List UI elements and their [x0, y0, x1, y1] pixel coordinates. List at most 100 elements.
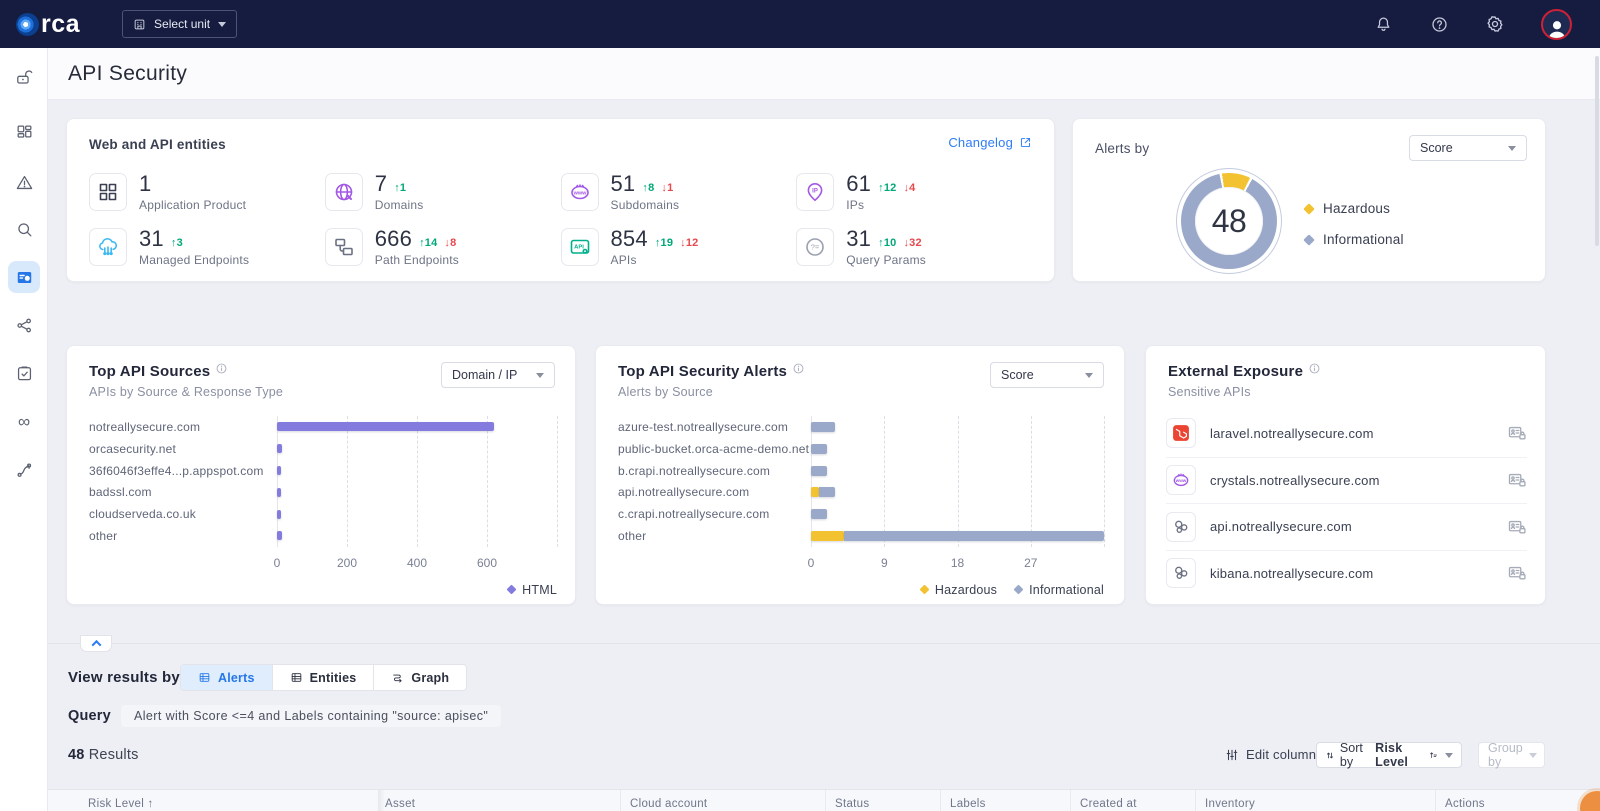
stat-text: 7↑1Domains [375, 171, 424, 212]
column-header-created-at[interactable]: Created at [1080, 798, 1137, 810]
legend-html[interactable]: HTML [508, 583, 557, 597]
sidebar-item-search[interactable] [8, 213, 40, 245]
legend-hazardous[interactable]: Hazardous5 [1305, 201, 1505, 216]
stat-query-params[interactable]: ?=31↑10↓32Query Params [796, 224, 1032, 269]
chevron-up-icon [91, 640, 101, 650]
trend-up: ↑12 [878, 182, 896, 194]
alerts-donut-chart[interactable]: 48 [1181, 173, 1277, 269]
group-by-dropdown[interactable]: Group by [1478, 742, 1545, 768]
table-icon [198, 671, 211, 684]
column-header-asset[interactable]: Asset [385, 798, 415, 810]
bar-html[interactable] [277, 488, 281, 497]
sidebar-item-api-dashboard-active[interactable] [8, 261, 40, 293]
tab-alerts[interactable]: Alerts [181, 665, 272, 690]
bar-html[interactable] [277, 422, 494, 431]
results-count-label: Results [89, 747, 139, 763]
asset-details-icon[interactable] [1507, 563, 1527, 583]
sidebar-item-lock-open[interactable] [8, 61, 40, 93]
api-dashboard-icon [15, 268, 34, 287]
legend-informational[interactable]: Informational [1015, 583, 1104, 597]
sources-dropdown[interactable]: Domain / IP [441, 362, 555, 388]
trend-down: ↓32 [903, 237, 921, 249]
bar-informational[interactable] [811, 444, 827, 454]
bar-hazardous[interactable] [811, 487, 819, 497]
column-divider [620, 790, 621, 811]
stat-subdomains[interactable]: www51↑8↓1Subdomains [561, 169, 797, 214]
stat-domains[interactable]: 7↑1Domains [325, 169, 561, 214]
trend-down: ↓1 [661, 182, 673, 194]
notifications-bell-icon[interactable] [1373, 14, 1393, 34]
edit-columns-label: Edit columns [1246, 747, 1323, 762]
stat-value: 61 [846, 171, 871, 197]
stat-text: 31↑3Managed Endpoints [139, 226, 249, 267]
bar-html[interactable] [277, 510, 281, 519]
plot-area [277, 416, 557, 547]
column-header-risk-level[interactable]: Risk Level ↑ [88, 798, 154, 810]
settings-gear-icon[interactable] [1485, 14, 1505, 34]
help-icon[interactable] [1429, 14, 1449, 34]
column-header-labels[interactable]: Labels [950, 798, 986, 810]
laravel-icon [1166, 418, 1196, 448]
tab-entities[interactable]: Entities [272, 665, 374, 690]
legend-informational[interactable]: Informational43 [1305, 232, 1505, 247]
alerts-by-dropdown[interactable]: Score [1409, 135, 1527, 161]
legend-diamond-icon [919, 585, 929, 595]
legend-hazardous[interactable]: Hazardous [921, 583, 997, 597]
asset-details-icon[interactable] [1507, 423, 1527, 443]
bar-informational[interactable] [819, 487, 835, 497]
alerts-chart-dropdown[interactable]: Score [990, 362, 1104, 388]
bar-informational[interactable] [811, 466, 827, 476]
column-header-cloud-account[interactable]: Cloud account [630, 798, 707, 810]
sidebar-item-alert-triangle[interactable] [8, 166, 40, 198]
sidebar-item-route[interactable] [8, 454, 40, 486]
bar-html[interactable] [277, 466, 281, 475]
info-icon[interactable] [1308, 362, 1321, 375]
orca-logo[interactable]: rca [16, 12, 80, 37]
sidebar-item-network[interactable] [8, 309, 40, 341]
trend-down: ↓8 [444, 237, 456, 249]
column-header-status[interactable]: Status [835, 798, 869, 810]
bar-informational[interactable] [811, 509, 827, 519]
category-label: c.crapi.notreallysecure.com [618, 507, 803, 521]
sort-by-dropdown[interactable]: Sort by Risk Level [1316, 742, 1462, 768]
bar-hazardous[interactable] [811, 531, 844, 541]
bar-html[interactable] [277, 531, 282, 540]
category-label: orcasecurity.net [89, 442, 269, 456]
edit-columns-button[interactable]: Edit columns [1225, 747, 1323, 762]
info-icon[interactable] [215, 362, 228, 375]
column-header-inventory[interactable]: Inventory [1205, 798, 1255, 810]
user-avatar[interactable] [1541, 9, 1572, 40]
info-icon[interactable] [792, 362, 805, 375]
column-header-actions[interactable]: Actions [1445, 798, 1485, 810]
category-label: other [89, 529, 269, 543]
x-tick: 400 [407, 556, 427, 570]
stat-application-product[interactable]: 1Application Product [89, 169, 325, 214]
legend-label: Hazardous [1323, 201, 1390, 216]
query-chip[interactable]: Alert with Score <=4 and Labels containi… [121, 705, 501, 727]
asset-details-icon[interactable] [1507, 517, 1527, 537]
tab-graph[interactable]: Graph [373, 665, 466, 690]
sensitive-api-row[interactable]: api.notreallysecure.com [1166, 503, 1527, 550]
collapse-section-button[interactable] [80, 635, 112, 652]
sidebar-item-clipboard-check[interactable] [8, 357, 40, 389]
trend-up: ↑14 [419, 237, 437, 249]
sensitive-api-row[interactable]: kibana.notreallysecure.com [1166, 550, 1527, 597]
trend-down: ↓4 [903, 182, 915, 194]
sidebar-item-infinity[interactable]: ∞ [8, 405, 40, 437]
asset-details-icon[interactable] [1507, 470, 1527, 490]
sensitive-api-row[interactable]: wwwcrystals.notreallysecure.com [1166, 457, 1527, 504]
bar-html[interactable] [277, 444, 282, 453]
gridline [1104, 416, 1105, 547]
changelog-link[interactable]: Changelog [948, 135, 1032, 150]
dashboard-icon [15, 123, 34, 142]
bar-informational[interactable] [811, 422, 835, 432]
sidebar-item-dashboard[interactable] [8, 116, 40, 148]
select-unit-dropdown[interactable]: Select unit [122, 10, 237, 38]
scrollbar-thumb[interactable] [1595, 56, 1599, 246]
stat-ips[interactable]: IP61↑12↓4IPs [796, 169, 1032, 214]
bar-informational[interactable] [844, 531, 1104, 541]
stat-path-endpoints[interactable]: 666↑14↓8Path Endpoints [325, 224, 561, 269]
stat-apis[interactable]: API854↑19↓12APIs [561, 224, 797, 269]
stat-managed-endpoints[interactable]: 31↑3Managed Endpoints [89, 224, 325, 269]
sensitive-api-row[interactable]: laravel.notreallysecure.com [1166, 410, 1527, 457]
